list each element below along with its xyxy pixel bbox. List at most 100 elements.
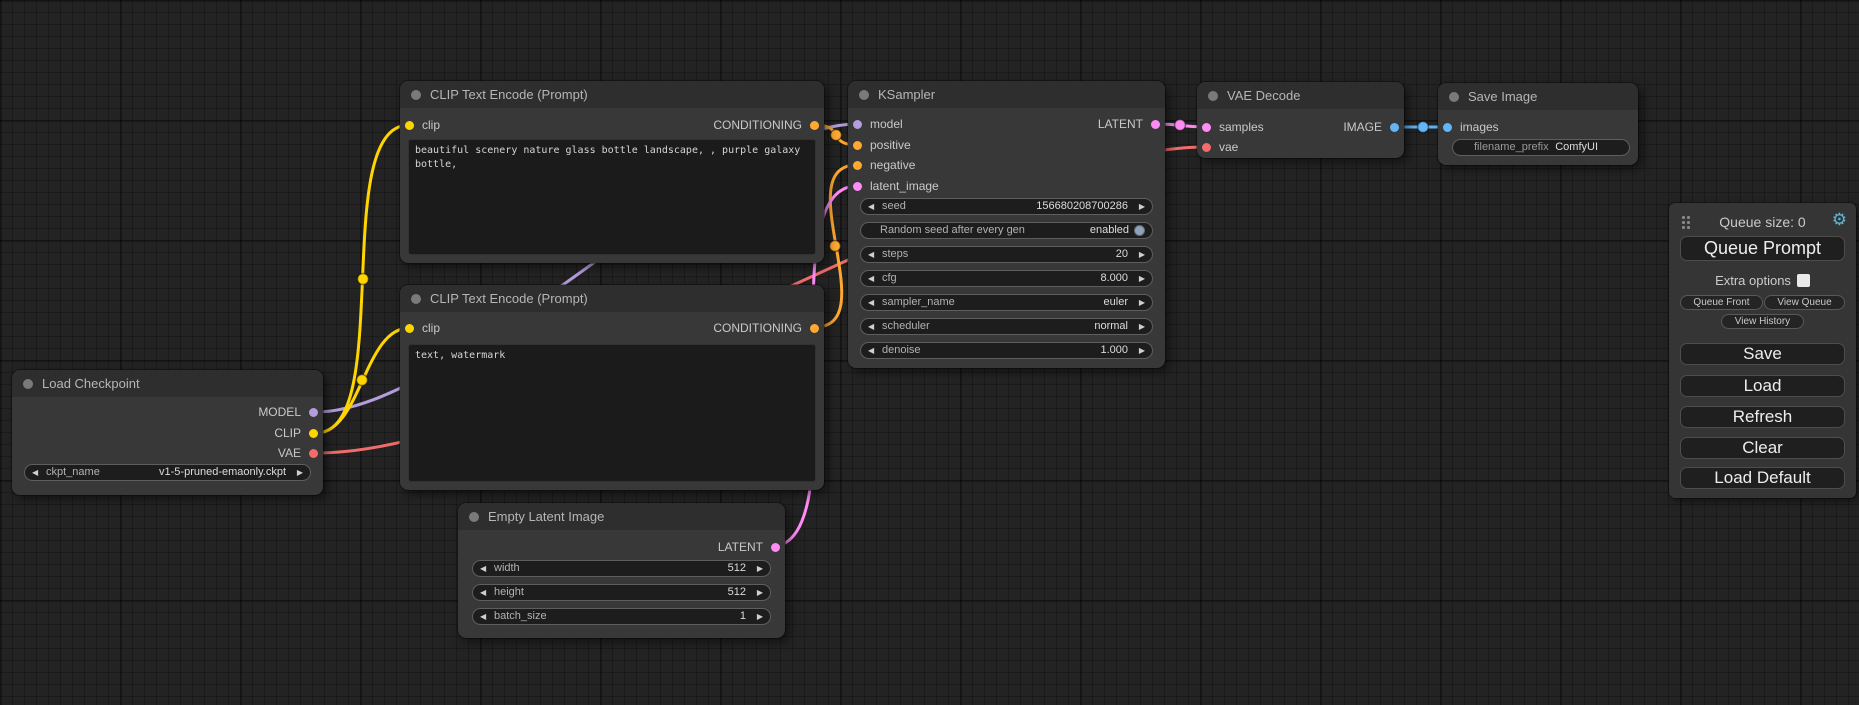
steps-widget[interactable]: ◀ steps 20 ▶ [860, 246, 1153, 263]
positive-prompt-textarea[interactable]: beautiful scenery nature glass bottle la… [408, 139, 816, 255]
increment-arrow-icon[interactable]: ▶ [1133, 343, 1145, 358]
sampler-name-widget[interactable]: ◀ sampler_name euler ▶ [860, 294, 1153, 311]
height-widget[interactable]: ◀ height 512 ▶ [472, 584, 771, 601]
refresh-button[interactable]: Refresh [1680, 406, 1845, 428]
decrement-arrow-icon[interactable]: ◀ [32, 465, 44, 480]
random-seed-toggle-widget[interactable]: Random seed after every gen enabled [860, 222, 1153, 239]
width-widget[interactable]: ◀ width 512 ▶ [472, 560, 771, 577]
slot-label: IMAGE [1343, 120, 1382, 134]
node-title: Save Image [1468, 89, 1537, 104]
decrement-arrow-icon[interactable]: ◀ [868, 295, 880, 310]
slot-label: CONDITIONING [713, 321, 802, 335]
node-ksampler[interactable]: KSampler model LATENT positive negative … [848, 81, 1165, 368]
widget-value: 156680208700286 [1036, 199, 1128, 214]
view-history-button[interactable]: View History [1721, 314, 1804, 329]
increment-arrow-icon[interactable]: ▶ [291, 465, 303, 480]
clip-output-dot[interactable] [309, 429, 318, 438]
widget-value: euler [1104, 295, 1128, 310]
node-collapse-dot[interactable] [1449, 92, 1459, 102]
increment-arrow-icon[interactable]: ▶ [751, 585, 763, 600]
ckpt-name-widget[interactable]: ◀ ckpt_name v1-5-pruned-emaonly.ckpt ▶ [24, 464, 311, 481]
slot-label: LATENT [1098, 117, 1143, 131]
input-slot-vae: vae [1197, 139, 1238, 155]
widget-value: v1-5-pruned-emaonly.ckpt [159, 465, 286, 480]
negative-prompt-textarea[interactable]: text, watermark [408, 344, 816, 482]
node-empty-latent-image[interactable]: Empty Latent Image LATENT ◀ width 512 ▶ … [458, 503, 785, 638]
increment-arrow-icon[interactable]: ▶ [1133, 271, 1145, 286]
widget-value: 8.000 [1100, 271, 1128, 286]
latent-output-dot[interactable] [1151, 120, 1160, 129]
link-dot [830, 241, 841, 252]
positive-input-dot[interactable] [853, 141, 862, 150]
settings-gear-icon[interactable]: ⚙ [1832, 210, 1847, 230]
widget-label: seed [882, 199, 906, 214]
input-slot-clip: clip [400, 320, 440, 336]
widget-label: ckpt_name [46, 465, 100, 480]
increment-arrow-icon[interactable]: ▶ [1133, 319, 1145, 334]
queue-front-button[interactable]: Queue Front [1680, 295, 1763, 310]
decrement-arrow-icon[interactable]: ◀ [868, 319, 880, 334]
decrement-arrow-icon[interactable]: ◀ [480, 561, 492, 576]
decrement-arrow-icon[interactable]: ◀ [868, 199, 880, 214]
node-clip-text-encode-negative[interactable]: CLIP Text Encode (Prompt) clip CONDITION… [400, 285, 824, 490]
extra-options-checkbox[interactable] [1797, 274, 1810, 287]
node-collapse-dot[interactable] [411, 90, 421, 100]
node-collapse-dot[interactable] [469, 512, 479, 522]
load-default-button[interactable]: Load Default [1680, 467, 1845, 489]
queue-size-label: Queue size: 0 [1669, 213, 1856, 231]
batch-size-widget[interactable]: ◀ batch_size 1 ▶ [472, 608, 771, 625]
node-collapse-dot[interactable] [411, 294, 421, 304]
images-input-dot[interactable] [1443, 123, 1452, 132]
view-queue-button[interactable]: View Queue [1764, 295, 1845, 310]
conditioning-output-dot[interactable] [810, 121, 819, 130]
clear-button[interactable]: Clear [1680, 437, 1845, 459]
model-input-dot[interactable] [853, 120, 862, 129]
increment-arrow-icon[interactable]: ▶ [751, 609, 763, 624]
image-output-dot[interactable] [1390, 123, 1399, 132]
decrement-arrow-icon[interactable]: ◀ [868, 247, 880, 262]
node-collapse-dot[interactable] [1208, 91, 1218, 101]
negative-input-dot[interactable] [853, 161, 862, 170]
widget-value: 1 [740, 609, 746, 624]
comfyui-canvas[interactable]: { "colors": { "model": "#B39DDB", "clip"… [0, 0, 1859, 705]
clip-input-dot[interactable] [405, 121, 414, 130]
decrement-arrow-icon[interactable]: ◀ [868, 343, 880, 358]
input-slot-negative: negative [848, 157, 915, 173]
seed-widget[interactable]: ◀ seed 156680208700286 ▶ [860, 198, 1153, 215]
link-dot [1175, 120, 1186, 131]
queue-prompt-button[interactable]: Queue Prompt [1680, 236, 1845, 261]
scheduler-widget[interactable]: ◀ scheduler normal ▶ [860, 318, 1153, 335]
save-button[interactable]: Save [1680, 343, 1845, 365]
input-slot-images: images [1438, 119, 1499, 135]
conditioning-output-dot[interactable] [810, 324, 819, 333]
cfg-widget[interactable]: ◀ cfg 8.000 ▶ [860, 270, 1153, 287]
increment-arrow-icon[interactable]: ▶ [1133, 199, 1145, 214]
node-save-image[interactable]: Save Image images filename_prefix ComfyU… [1438, 83, 1638, 165]
samples-input-dot[interactable] [1202, 123, 1211, 132]
node-load-checkpoint[interactable]: Load Checkpoint MODEL CLIP VAE ◀ ckpt_na… [12, 370, 323, 495]
latent-image-input-dot[interactable] [853, 182, 862, 191]
vae-input-dot[interactable] [1202, 143, 1211, 152]
node-vae-decode[interactable]: VAE Decode samples IMAGE vae [1197, 82, 1404, 158]
load-button[interactable]: Load [1680, 375, 1845, 397]
output-slot-clip: CLIP [274, 425, 323, 441]
queue-panel[interactable]: Queue size: 0 ⚙ Queue Prompt Extra optio… [1669, 203, 1856, 498]
latent-output-dot[interactable] [771, 543, 780, 552]
node-clip-text-encode-positive[interactable]: CLIP Text Encode (Prompt) clip CONDITION… [400, 81, 824, 263]
node-collapse-dot[interactable] [23, 379, 33, 389]
filename-prefix-widget[interactable]: filename_prefix ComfyUI [1452, 139, 1630, 156]
toggle-state-dot[interactable] [1134, 225, 1145, 236]
decrement-arrow-icon[interactable]: ◀ [480, 609, 492, 624]
decrement-arrow-icon[interactable]: ◀ [868, 271, 880, 286]
vae-output-dot[interactable] [309, 449, 318, 458]
clip-input-dot[interactable] [405, 324, 414, 333]
increment-arrow-icon[interactable]: ▶ [1133, 295, 1145, 310]
increment-arrow-icon[interactable]: ▶ [1133, 247, 1145, 262]
widget-label: scheduler [882, 319, 930, 334]
increment-arrow-icon[interactable]: ▶ [751, 561, 763, 576]
slot-label: clip [422, 118, 440, 132]
denoise-widget[interactable]: ◀ denoise 1.000 ▶ [860, 342, 1153, 359]
node-collapse-dot[interactable] [859, 90, 869, 100]
model-output-dot[interactable] [309, 408, 318, 417]
decrement-arrow-icon[interactable]: ◀ [480, 585, 492, 600]
